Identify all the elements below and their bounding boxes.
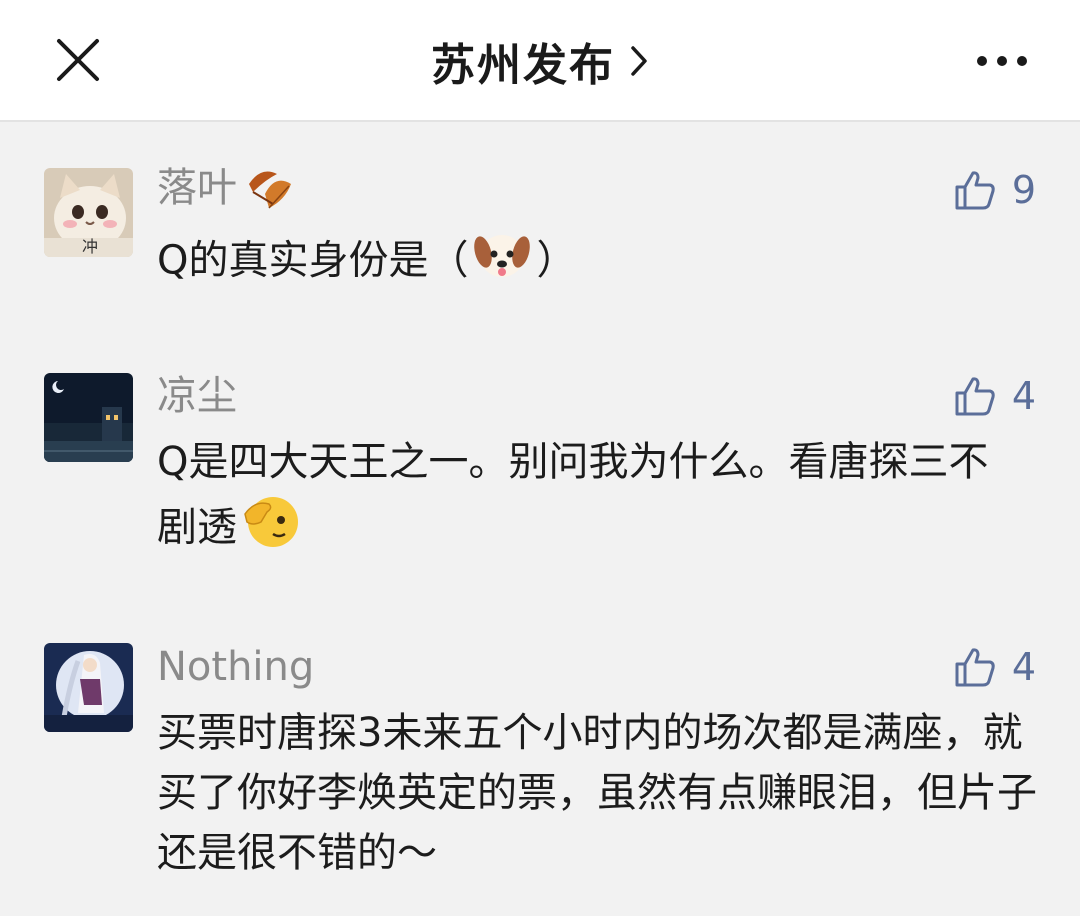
comment-nickname[interactable]: 落叶 <box>157 164 295 212</box>
comment-content: Q的真实身份是（ ） <box>157 226 1037 299</box>
avatar[interactable] <box>44 373 133 462</box>
like-button[interactable]: 4 <box>954 374 1036 418</box>
comment-content: 买票时唐探3未来五个小时内的场次都是满座，就买了你好李焕英定的票，虽然有点赚眼泪… <box>157 703 1037 883</box>
face-peeking-emoji <box>243 492 301 567</box>
avatar[interactable] <box>44 643 133 732</box>
nickname-text: 落叶 <box>157 165 237 211</box>
fallen-leaf-icon <box>249 171 291 209</box>
thumbs-up-icon <box>955 648 995 687</box>
comment-content: Q是四大天王之一。别问我为什么。看唐探三不剧透 <box>157 432 1017 567</box>
thumbs-up-icon <box>955 171 995 210</box>
like-count: 4 <box>1011 374 1036 418</box>
thumbs-up-icon <box>955 377 995 416</box>
like-count: 4 <box>1011 645 1036 689</box>
like-button[interactable]: 9 <box>954 168 1036 212</box>
dog-face-emoji <box>474 226 531 299</box>
top-navigation-bar: 苏州发布 <box>0 0 1080 122</box>
comment-text: 买票时唐探3未来五个小时内的场次都是满座，就买了你好李焕英定的票，虽然有点赚眼泪… <box>157 710 1037 876</box>
like-count: 9 <box>1011 168 1036 212</box>
chevron-right-icon <box>631 46 647 76</box>
close-button[interactable] <box>52 34 104 86</box>
cat-avatar-image: 冲 <box>44 168 133 257</box>
comment-text-end: ） <box>536 237 577 284</box>
more-dots-icon <box>977 56 1027 66</box>
page-title: 苏州发布 <box>431 40 615 91</box>
nickname-text: Nothing <box>157 644 315 690</box>
like-button[interactable]: 4 <box>954 645 1036 689</box>
night-scene-avatar-image <box>44 373 133 462</box>
close-icon <box>57 39 99 81</box>
account-title-link[interactable]: 苏州发布 <box>431 29 649 93</box>
avatar[interactable]: 冲 <box>44 168 133 257</box>
comment-nickname[interactable]: 凉尘 <box>157 372 237 420</box>
anime-character-avatar-image <box>44 643 133 732</box>
comment-nickname[interactable]: Nothing <box>157 643 314 691</box>
avatar-text: 冲 <box>82 237 98 256</box>
comment-text: Q的真实身份是（ <box>157 237 469 284</box>
more-button[interactable] <box>974 44 1030 78</box>
nickname-text: 凉尘 <box>157 373 237 419</box>
